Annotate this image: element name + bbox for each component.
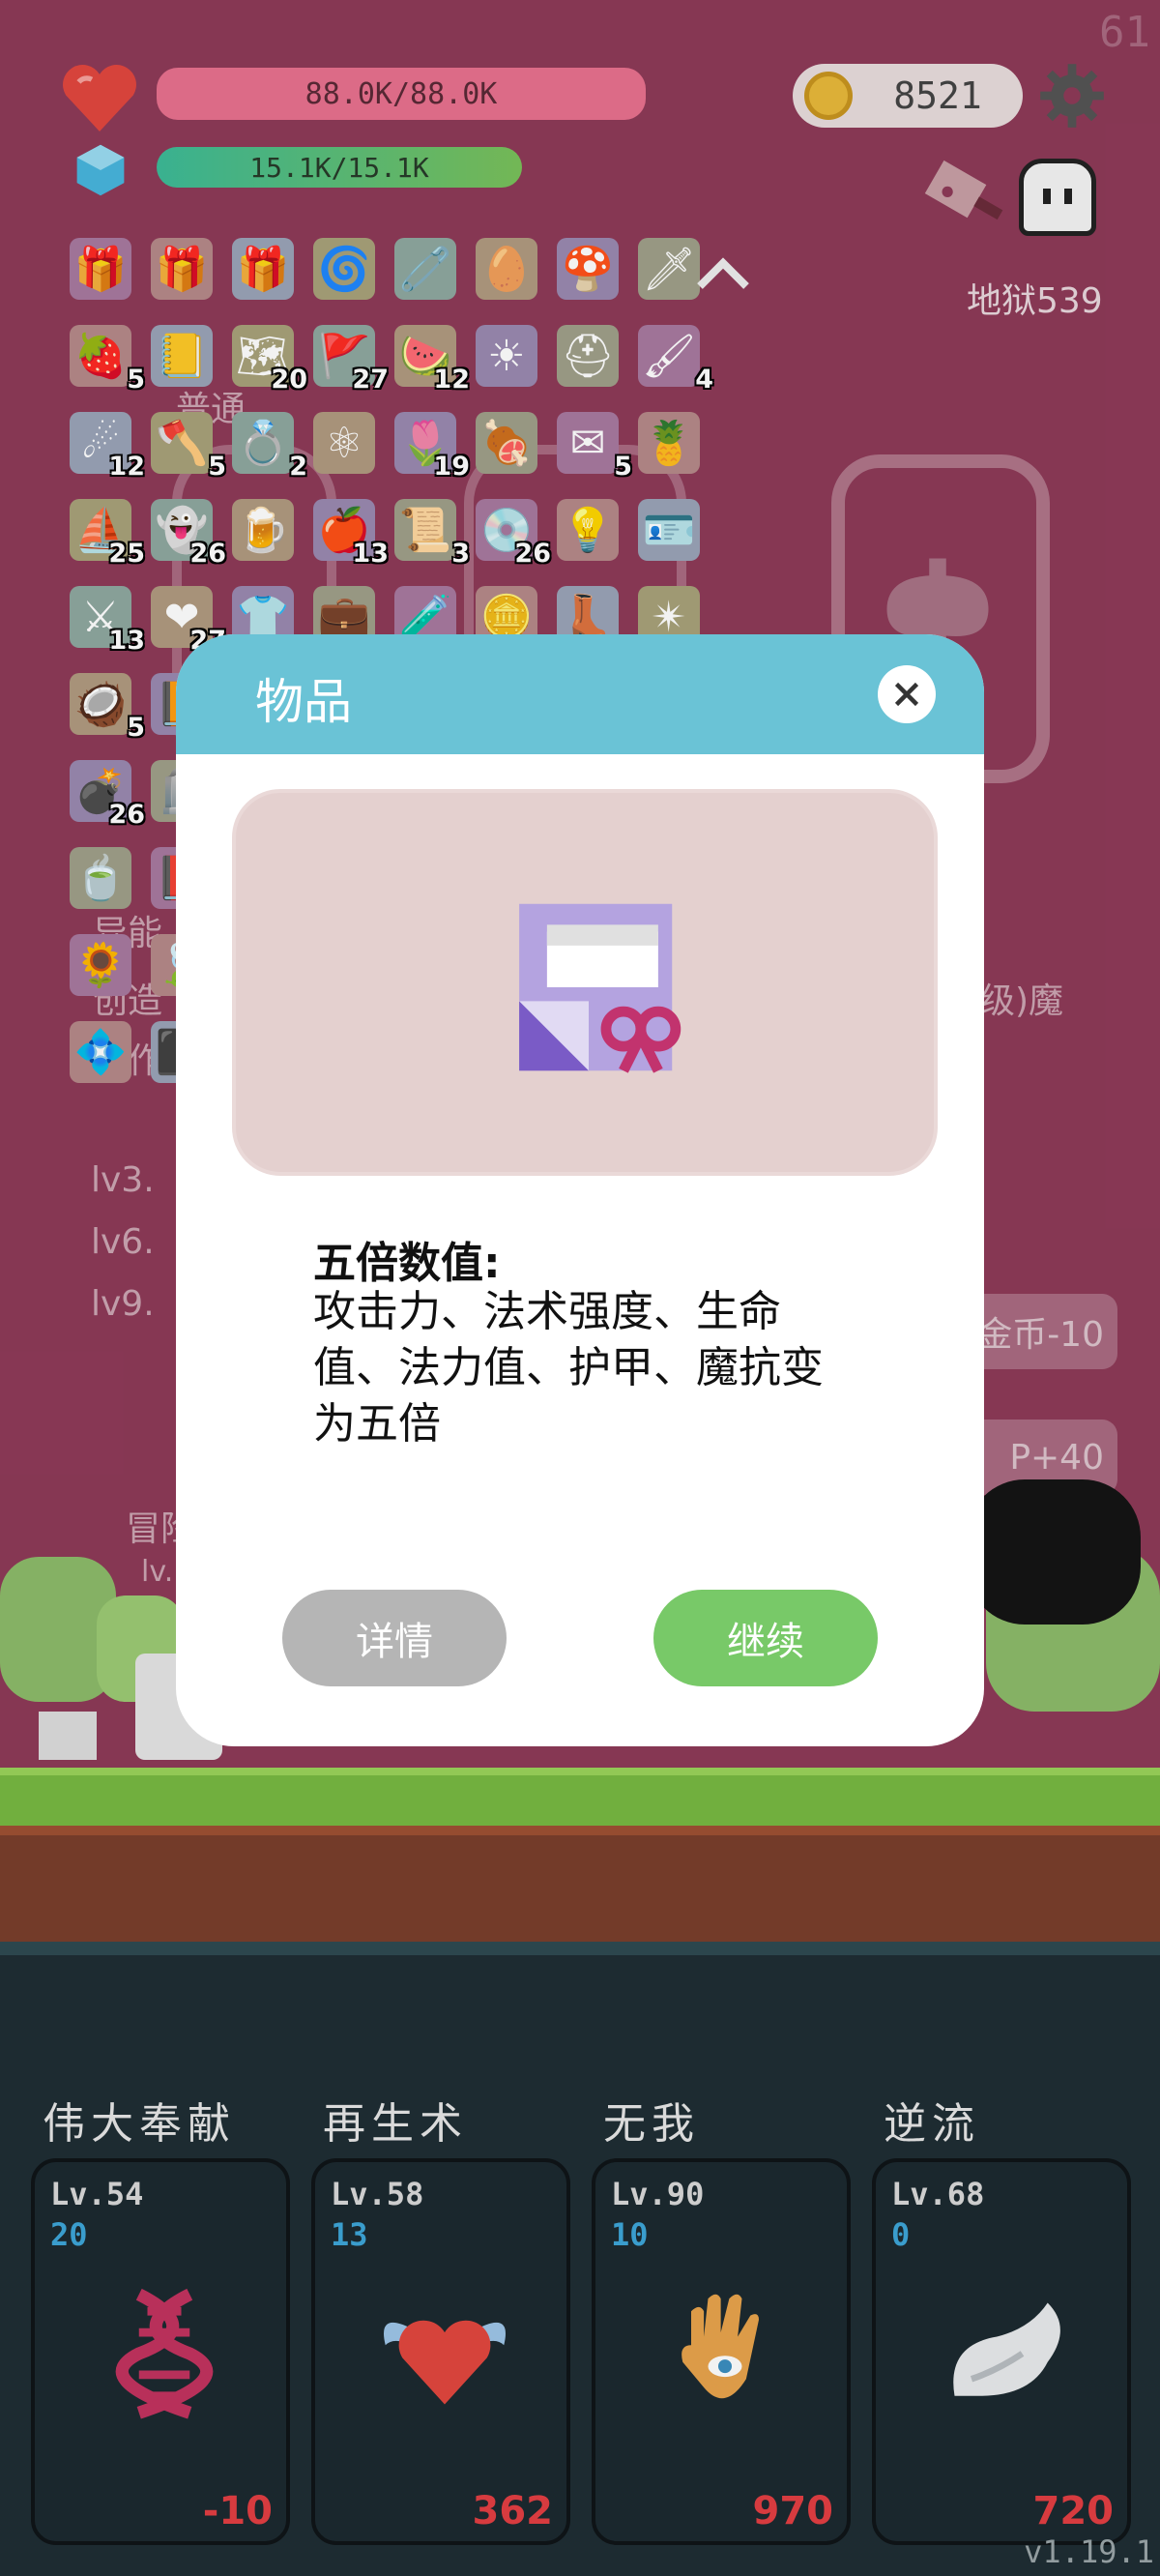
continue-button[interactable]: 继续 <box>653 1590 878 1686</box>
description-title: 五倍数值: <box>313 1239 501 1288</box>
close-icon <box>894 682 919 707</box>
close-button[interactable] <box>878 665 936 723</box>
modal-title: 物品 <box>255 674 352 730</box>
item-modal: 物品 五倍数值: 攻击力、法术强度、生命值、法力值、护甲、魔抗变为五倍 详情 继… <box>176 634 984 1746</box>
gift-note-icon <box>519 903 682 1073</box>
modal-header: 物品 <box>176 634 984 754</box>
description-body: 攻击力、法术强度、生命值、法力值、护甲、魔抗变为五倍 <box>313 1287 824 1449</box>
detail-button[interactable]: 详情 <box>282 1590 507 1686</box>
item-preview-panel <box>232 789 938 1176</box>
